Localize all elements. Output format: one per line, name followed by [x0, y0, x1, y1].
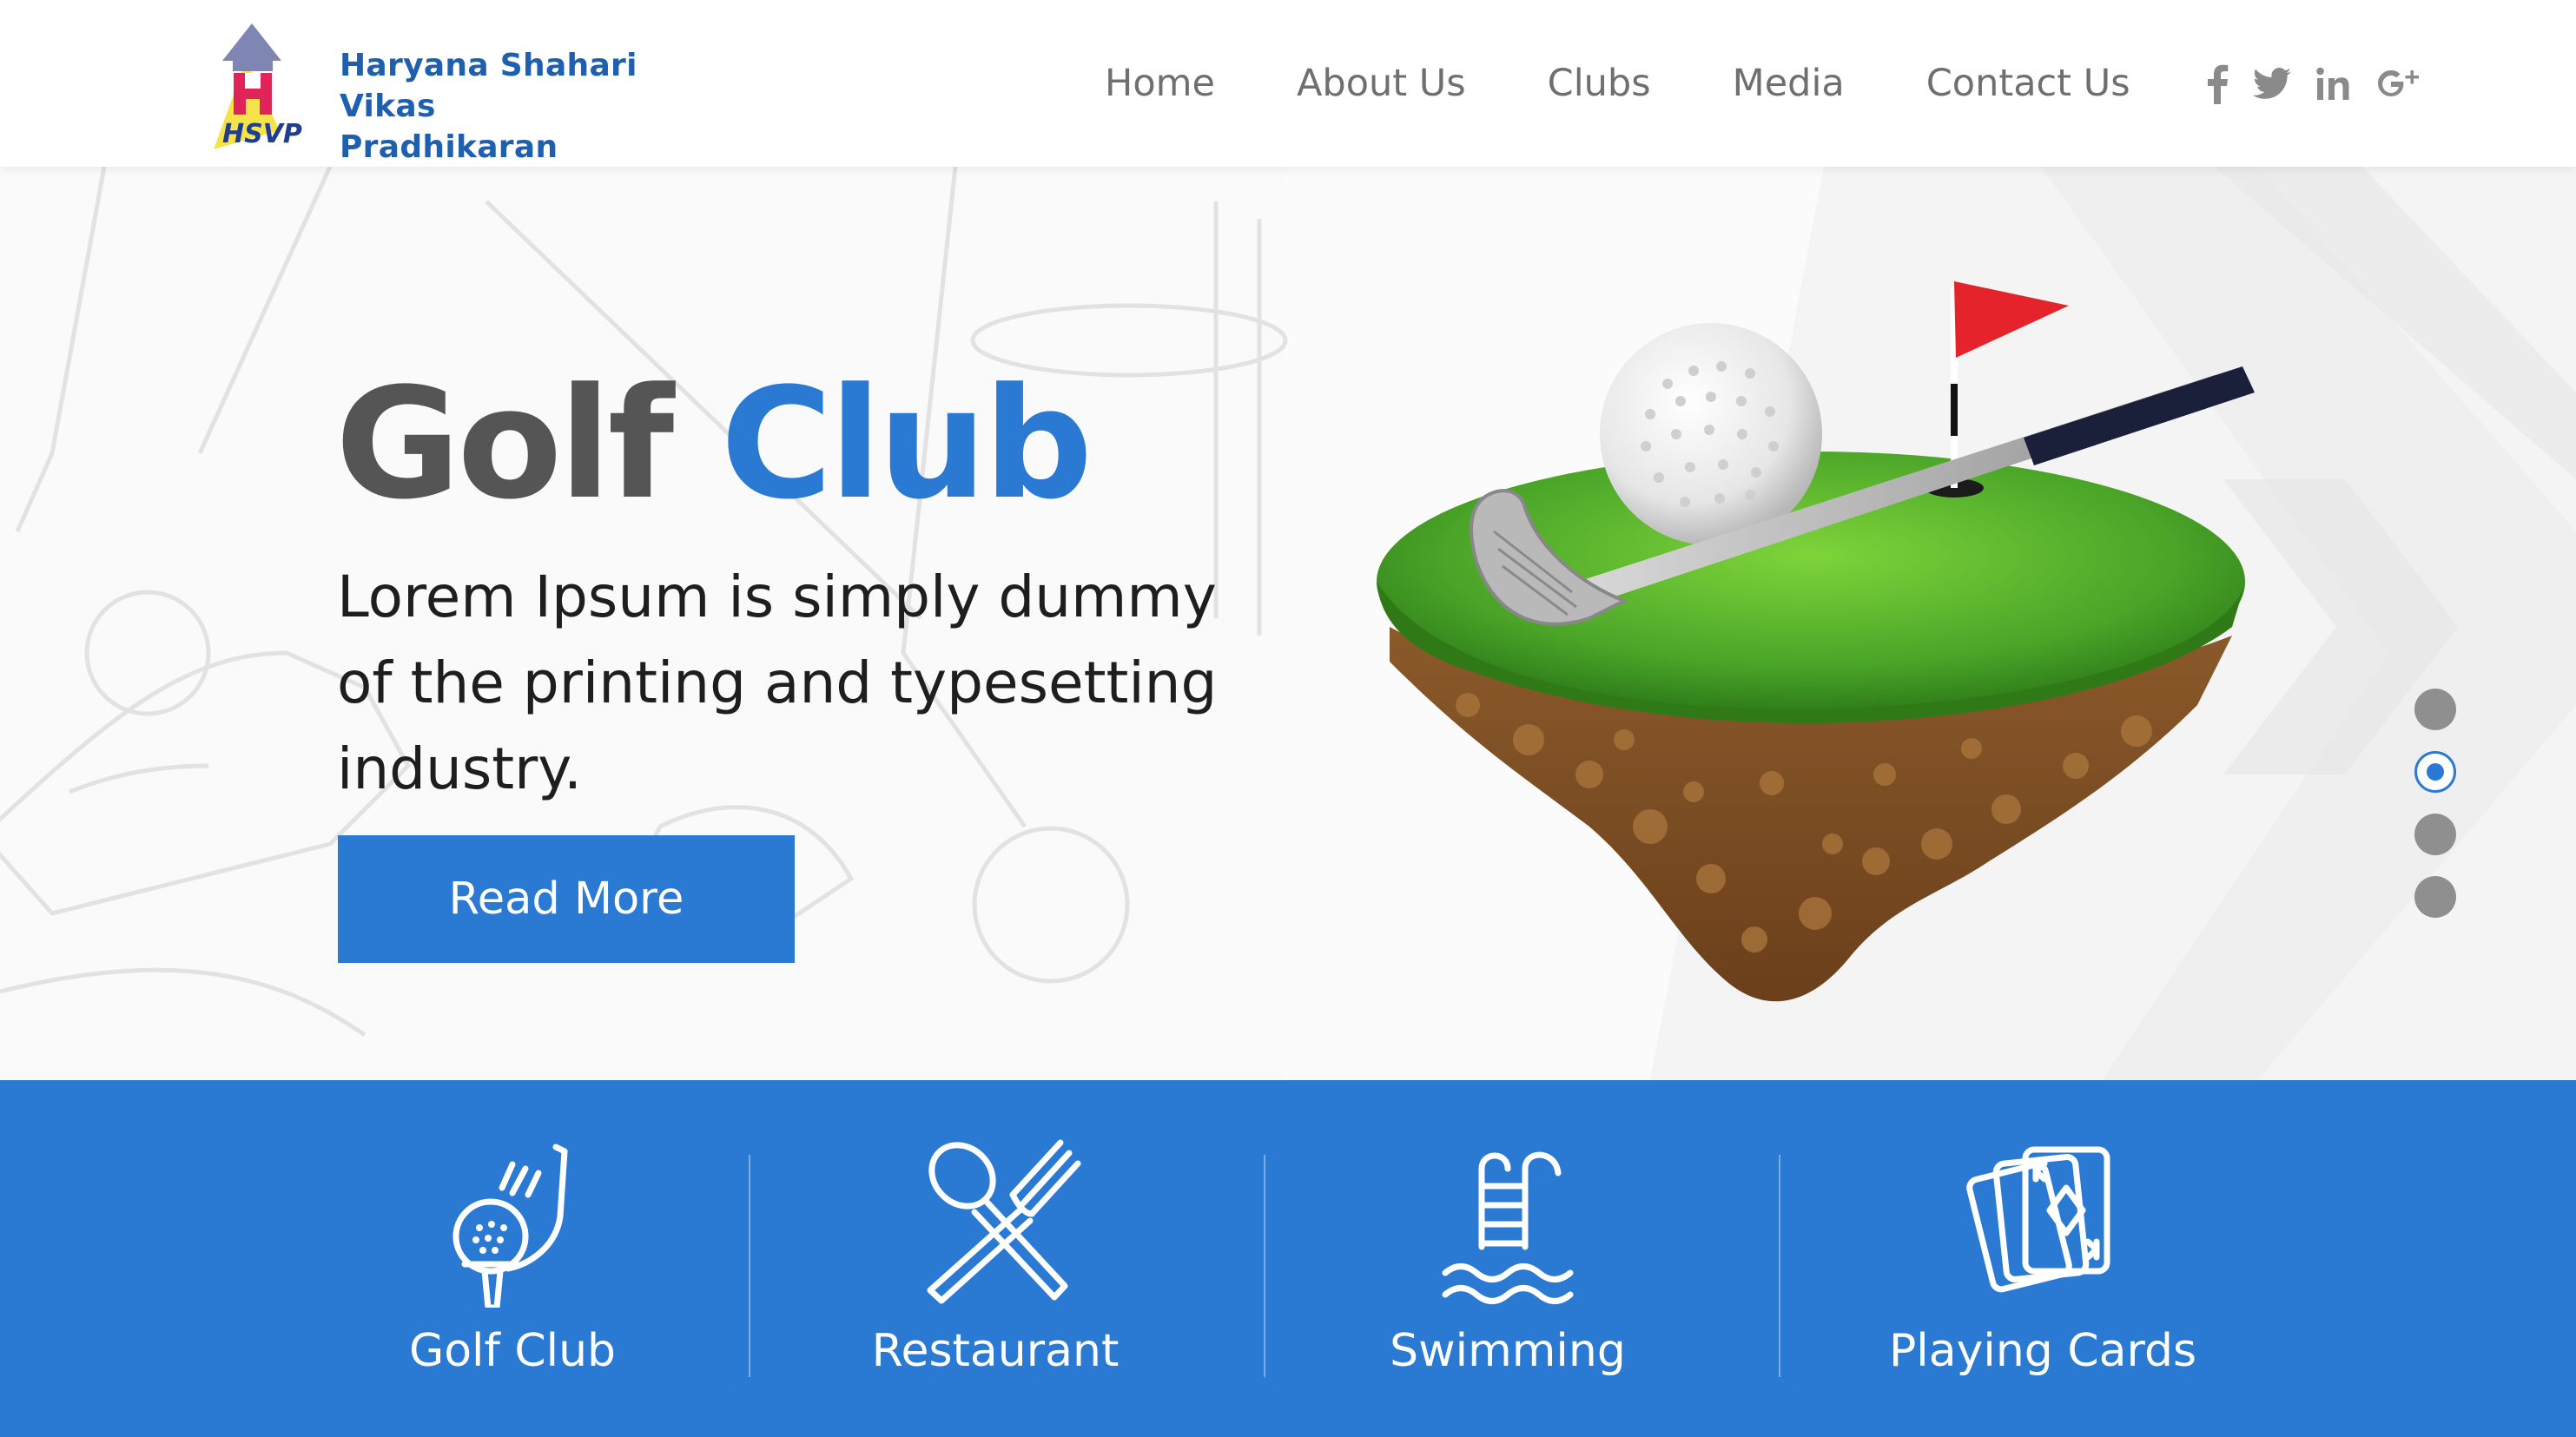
slider-dot-3[interactable]	[2414, 814, 2456, 855]
feature-restaurant-label: Restaurant	[871, 1325, 1120, 1377]
nav-home[interactable]: Home	[1105, 62, 1215, 105]
hero-title-part2: Club	[720, 355, 1093, 533]
hsvp-logo-mark: HSVP	[214, 23, 302, 149]
feature-divider-1	[749, 1155, 750, 1377]
nav-media[interactable]: Media	[1733, 62, 1845, 105]
feature-golf-club-label: Golf Club	[408, 1325, 617, 1377]
read-more-button[interactable]: Read More	[338, 835, 795, 963]
logo-line-1: Haryana Shahari	[340, 48, 637, 83]
slider-dot-4[interactable]	[2414, 876, 2456, 918]
logo-text: Haryana Shahari Vikas Pradhikaran	[340, 45, 641, 168]
hero-title: Golf Club	[335, 355, 1093, 533]
feature-swimming-label: Swimming	[1390, 1325, 1626, 1377]
twitter-icon[interactable]	[2253, 68, 2291, 101]
restaurant-icon	[927, 1139, 1081, 1304]
linkedin-icon[interactable]	[2315, 67, 2354, 102]
hero-description: Lorem Ipsum is simply dummy of the print…	[337, 564, 1218, 802]
logo-abbr: HSVP	[222, 119, 302, 149]
feature-playing-cards-label: Playing Cards	[1888, 1325, 2197, 1377]
social-links	[2206, 54, 2420, 115]
hsvp-logo[interactable]: HSVP Haryana Shahari Vikas Pradhikaran	[207, 19, 641, 165]
nav-clubs[interactable]: Clubs	[1548, 62, 1651, 105]
main-nav: Home About Us Clubs Media Contact Us	[1105, 56, 2130, 111]
swimming-pool-icon	[1442, 1151, 1574, 1304]
hero-slider: Golf Club Lorem Ipsum is simply dummy of…	[0, 167, 2576, 1080]
feature-golf-club[interactable]: Golf Club	[269, 1080, 756, 1437]
playing-cards-icon	[1966, 1146, 2110, 1293]
golf-island-illustration	[1377, 281, 2255, 1002]
feature-divider-3	[1779, 1155, 1780, 1377]
nav-contact-us[interactable]: Contact Us	[1926, 62, 2130, 105]
slider-dot-2-active[interactable]	[2414, 751, 2456, 793]
google-plus-icon[interactable]	[2378, 65, 2420, 103]
feature-restaurant[interactable]: Restaurant	[752, 1080, 1238, 1437]
logo-line-2: Vikas Pradhikaran	[340, 89, 558, 165]
site-header: HSVP Haryana Shahari Vikas Pradhikaran H…	[0, 0, 2576, 167]
feature-swimming[interactable]: Swimming	[1265, 1080, 1751, 1437]
feature-playing-cards[interactable]: Playing Cards	[1800, 1080, 2286, 1437]
nav-about-us[interactable]: About Us	[1297, 62, 1466, 105]
facebook-icon[interactable]	[2206, 64, 2229, 104]
golf-club-icon	[452, 1144, 568, 1308]
slider-dot-1[interactable]	[2414, 689, 2456, 730]
features-bar: Golf Club Restaurant Swimming Playing Ca…	[0, 1080, 2576, 1437]
hero-title-part1: Golf	[335, 355, 674, 533]
